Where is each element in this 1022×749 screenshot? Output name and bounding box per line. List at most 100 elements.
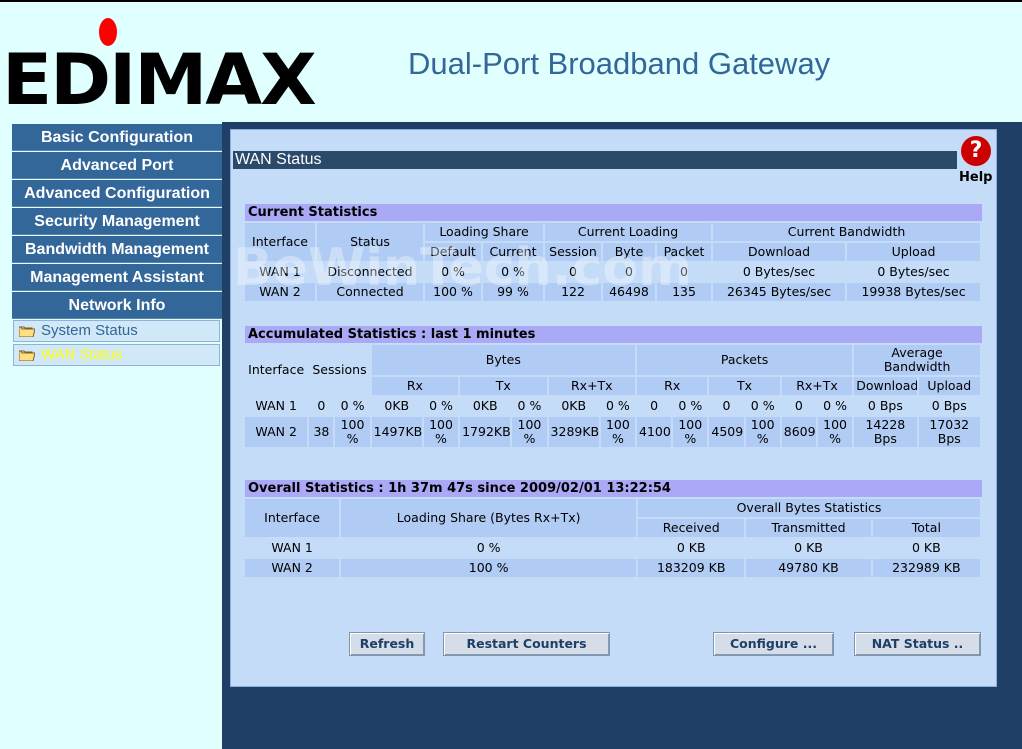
cell-pkt-rx: 0 [637, 397, 674, 417]
header-transmitted: Transmitted [746, 519, 873, 539]
cell-default: 100 % [425, 283, 483, 303]
header-packet: Packet [657, 243, 714, 263]
cell-interface: WAN 2 [245, 559, 342, 579]
header-default: Default [425, 243, 483, 263]
help-button[interactable]: ? Help [959, 136, 995, 188]
table-row: WAN 1 Disconnected 0 % 0 % 0 0 0 0 Bytes… [245, 263, 983, 283]
cell-sessions: 0 [309, 397, 336, 417]
menu-management-assistant[interactable]: Management Assistant [12, 264, 222, 291]
current-statistics-table: Interface Status Loading Share Current L… [245, 223, 983, 303]
cell-transmitted: 0 KB [746, 539, 873, 559]
page-title: Dual-Port Broadband Gateway [408, 46, 831, 81]
cell-pkt-rx: 4100 [637, 417, 674, 449]
menu-advanced-configuration[interactable]: Advanced Configuration [12, 180, 222, 207]
table-row: WAN 2 100 % 183209 KB 49780 KB 232989 KB [245, 559, 982, 579]
cell-download: 0 Bytes/sec [713, 263, 848, 283]
subitem-label: WAN Status [41, 346, 123, 363]
header-loading-share: Loading Share [425, 223, 545, 243]
cell-pkt-rxtx: 0 [781, 397, 818, 417]
subitem-wan-status[interactable]: WAN Status [13, 344, 220, 366]
cell-pkt-rxtx-pct: 0 % [817, 397, 855, 417]
cell-received: 0 KB [638, 539, 747, 559]
cell-loading-share: 100 % [341, 559, 639, 579]
cell-interface: WAN 1 [245, 539, 342, 559]
cell-session: 122 [545, 283, 603, 303]
cell-interface: WAN 1 [245, 397, 310, 417]
header-upload: Upload [847, 243, 983, 263]
table-row: WAN 2 38 100 % 1497KB 100 % 1792KB 100 %… [245, 417, 982, 449]
header-loading-share: Loading Share (Bytes Rx+Tx) [341, 499, 639, 539]
menu-network-info[interactable]: Network Info [12, 292, 222, 319]
header-current: Current [483, 243, 545, 263]
header-upload: Upload [918, 377, 982, 397]
cell-pkt-rx-pct: 100 % [673, 417, 710, 449]
header-overall-bytes: Overall Bytes Statistics [638, 499, 982, 519]
folder-icon [19, 326, 35, 337]
cell-bytes-rx: 0KB [371, 397, 424, 417]
cell-total: 232989 KB [872, 559, 982, 579]
header-packets-rx: Rx [637, 377, 710, 397]
panel-title: WAN Status [233, 151, 957, 169]
header-total: Total [872, 519, 982, 539]
cell-bytes-rxtx-pct: 0 % [600, 397, 638, 417]
table-row: WAN 1 0 % 0 KB 0 KB 0 KB [245, 539, 982, 559]
folder-icon [19, 350, 35, 361]
header-packets: Packets [637, 345, 855, 377]
refresh-button[interactable]: Refresh [349, 632, 425, 656]
cell-status: Connected [317, 283, 425, 303]
cell-sessions-pct: 0 % [335, 397, 372, 417]
menu-advanced-port[interactable]: Advanced Port [12, 152, 222, 179]
header-bytes-tx: Tx [460, 377, 549, 397]
cell-bytes-rx-pct: 0 % [423, 397, 461, 417]
cell-current: 0 % [483, 263, 545, 283]
cell-pkt-rx-pct: 0 % [673, 397, 710, 417]
accumulated-statistics-table: Interface Sessions Bytes Packets Average… [245, 345, 982, 449]
cell-bytes-rxtx: 0KB [548, 397, 601, 417]
cell-interface: WAN 1 [245, 263, 317, 283]
main-area: WAN Status ? Help Current Statistics Int… [222, 122, 1022, 749]
header-interface: Interface [245, 345, 310, 397]
configure-button[interactable]: Configure ... [713, 632, 834, 656]
header-sessions: Sessions [309, 345, 372, 397]
header-download: Download [854, 377, 919, 397]
cell-received: 183209 KB [638, 559, 747, 579]
cell-upload: 19938 Bytes/sec [847, 283, 983, 303]
menu-bandwidth-management[interactable]: Bandwidth Management [12, 236, 222, 263]
header-packets-tx: Tx [709, 377, 782, 397]
cell-bytes-rx-pct: 100 % [423, 417, 461, 449]
cell-loading-share: 0 % [341, 539, 639, 559]
header-session: Session [545, 243, 603, 263]
edimax-logo: EDIMAX [2, 18, 317, 115]
header-packets-rxtx: Rx+Tx [781, 377, 855, 397]
subitem-label: System Status [41, 322, 138, 339]
cell-bytes-rx: 1497KB [371, 417, 424, 449]
cell-upload: 17032 Bps [918, 417, 982, 449]
subitem-system-status[interactable]: System Status [13, 320, 220, 342]
header-bytes-rxtx: Rx+Tx [548, 377, 638, 397]
header-interface: Interface [245, 223, 317, 263]
header-received: Received [638, 519, 747, 539]
cell-upload: 0 Bps [918, 397, 982, 417]
cell-bytes-rxtx: 3289KB [548, 417, 601, 449]
header-current-bandwidth: Current Bandwidth [713, 223, 983, 243]
cell-pkt-tx: 0 [709, 397, 746, 417]
header-download: Download [713, 243, 848, 263]
cell-download: 26345 Bytes/sec [713, 283, 848, 303]
menu-security-management[interactable]: Security Management [12, 208, 222, 235]
cell-pkt-tx: 4509 [709, 417, 746, 449]
cell-pkt-rxtx-pct: 100 % [817, 417, 855, 449]
cell-upload: 0 Bytes/sec [847, 263, 983, 283]
header-bytes-rx: Rx [371, 377, 461, 397]
logo-text: EDIMAX [2, 39, 317, 121]
nat-status-button[interactable]: NAT Status .. [854, 632, 981, 656]
cell-bytes-tx-pct: 0 % [512, 397, 549, 417]
menu-basic-configuration[interactable]: Basic Configuration [12, 124, 222, 151]
overall-statistics-table: Interface Loading Share (Bytes Rx+Tx) Ov… [245, 499, 982, 579]
cell-current: 99 % [483, 283, 545, 303]
help-label: Help [959, 170, 993, 185]
header-current-loading: Current Loading [545, 223, 714, 243]
cell-status: Disconnected [317, 263, 425, 283]
restart-counters-button[interactable]: Restart Counters [443, 632, 610, 656]
header-status: Status [317, 223, 425, 263]
cell-pkt-rxtx: 8609 [781, 417, 818, 449]
